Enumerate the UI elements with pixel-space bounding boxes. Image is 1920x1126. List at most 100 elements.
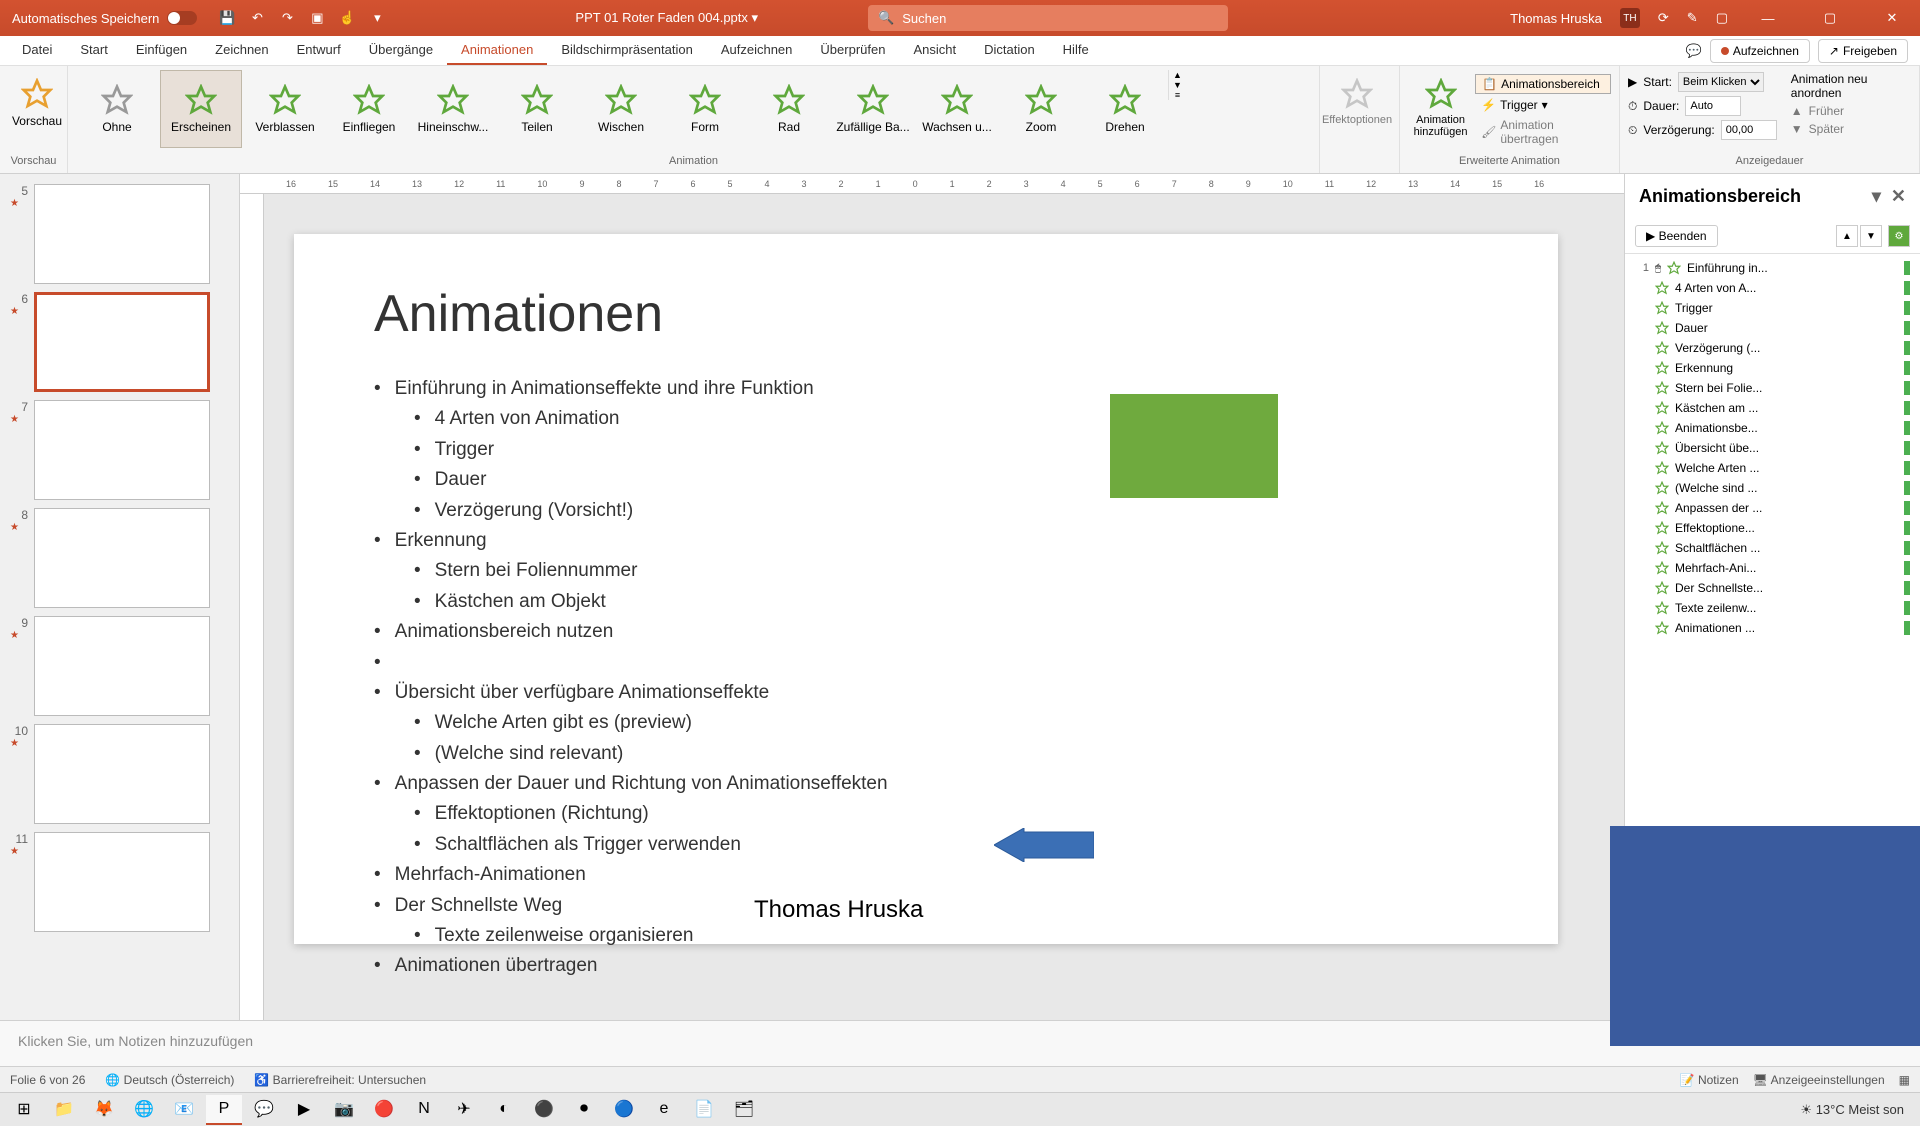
animation-option[interactable]: Verblassen xyxy=(244,70,326,148)
app-icon[interactable]: 🔵 xyxy=(606,1095,642,1125)
animation-option[interactable]: Ohne xyxy=(76,70,158,148)
animation-list-item[interactable]: Anpassen der ... xyxy=(1625,498,1920,518)
gallery-more-icon[interactable]: ≡ xyxy=(1169,90,1186,100)
autosave-toggle[interactable]: Automatisches Speichern xyxy=(0,11,209,26)
save-icon[interactable]: 💾 xyxy=(219,10,235,26)
maximize-button[interactable]: ▢ xyxy=(1808,0,1852,36)
animation-option[interactable]: Form xyxy=(664,70,746,148)
delay-input[interactable] xyxy=(1721,120,1777,140)
animation-list-item[interactable]: Erkennung xyxy=(1625,358,1920,378)
animation-option[interactable]: Teilen xyxy=(496,70,578,148)
animation-option[interactable]: Wachsen u... xyxy=(916,70,998,148)
redo-icon[interactable]: ↷ xyxy=(279,10,295,26)
animation-option[interactable]: Zufällige Ba... xyxy=(832,70,914,148)
pane-dropdown-icon[interactable]: ▾ xyxy=(1872,186,1881,207)
tab-überprüfen[interactable]: Überprüfen xyxy=(806,36,899,65)
green-rectangle-shape[interactable] xyxy=(1110,394,1278,498)
move-down-button[interactable]: ▼ xyxy=(1860,225,1882,247)
add-animation-button[interactable]: Animation hinzufügen xyxy=(1408,70,1473,138)
tab-start[interactable]: Start xyxy=(66,36,121,65)
gallery-down-icon[interactable]: ▼ xyxy=(1169,80,1186,90)
slide-title[interactable]: Animationen xyxy=(374,284,1478,344)
search-input[interactable] xyxy=(902,11,1218,26)
telegram-icon[interactable]: ✈ xyxy=(446,1095,482,1125)
user-avatar[interactable]: TH xyxy=(1620,8,1640,28)
slide-thumbnail[interactable]: 7★ xyxy=(0,396,239,504)
app-icon[interactable]: 📷 xyxy=(326,1095,362,1125)
start-select[interactable]: Beim Klicken xyxy=(1678,72,1764,92)
app-icon[interactable]: ⏺ xyxy=(566,1095,602,1125)
app-icon[interactable]: 🔴 xyxy=(366,1095,402,1125)
animation-option[interactable]: Wischen xyxy=(580,70,662,148)
blue-arrow-shape[interactable] xyxy=(994,828,1094,862)
animation-list-item[interactable]: Animationen ... xyxy=(1625,618,1920,638)
animation-list-item[interactable]: Texte zeilenw... xyxy=(1625,598,1920,618)
chrome-icon[interactable]: 🌐 xyxy=(126,1095,162,1125)
slide-thumbnail[interactable]: 11★ xyxy=(0,828,239,936)
animation-list-item[interactable]: Stern bei Folie... xyxy=(1625,378,1920,398)
trigger-button[interactable]: ⚡ Trigger ▾ xyxy=(1475,96,1611,114)
pane-close-icon[interactable]: ✕ xyxy=(1891,186,1906,207)
move-up-button[interactable]: ▲ xyxy=(1836,225,1858,247)
touch-icon[interactable]: ☝ xyxy=(339,10,355,26)
tab-hilfe[interactable]: Hilfe xyxy=(1049,36,1103,65)
slide-thumbnail[interactable]: 9★ xyxy=(0,612,239,720)
slide-thumbnail[interactable]: 6★ xyxy=(0,288,239,396)
animation-list-item[interactable]: Schaltflächen ... xyxy=(1625,538,1920,558)
undo-icon[interactable]: ↶ xyxy=(249,10,265,26)
animation-list-item[interactable]: Effektoptione... xyxy=(1625,518,1920,538)
author-text[interactable]: Thomas Hruska xyxy=(754,896,923,924)
tab-animationen[interactable]: Animationen xyxy=(447,36,547,65)
tab-entwurf[interactable]: Entwurf xyxy=(283,36,355,65)
animation-list-item[interactable]: (Welche sind ... xyxy=(1625,478,1920,498)
animation-list-item[interactable]: Der Schnellste... xyxy=(1625,578,1920,598)
tab-dictation[interactable]: Dictation xyxy=(970,36,1049,65)
tab-übergänge[interactable]: Übergänge xyxy=(355,36,447,65)
tab-aufzeichnen[interactable]: Aufzeichnen xyxy=(707,36,807,65)
animation-list-item[interactable]: Trigger xyxy=(1625,298,1920,318)
weather-widget[interactable]: ☀ 13°C Meist son xyxy=(1800,1102,1904,1118)
animation-option[interactable]: Hineinschw... xyxy=(412,70,494,148)
animation-list-item[interactable]: Mehrfach-Ani... xyxy=(1625,558,1920,578)
file-name[interactable]: PPT 01 Roter Faden 004.pptx ▾ xyxy=(575,10,758,26)
animation-pane-button[interactable]: 📋 Animationsbereich xyxy=(1475,74,1611,94)
share-button[interactable]: ↗ Freigeben xyxy=(1818,39,1908,63)
comments-icon[interactable]: 💬 xyxy=(1686,43,1702,59)
animation-list-item[interactable]: Kästchen am ... xyxy=(1625,398,1920,418)
tab-einfügen[interactable]: Einfügen xyxy=(122,36,201,65)
animation-list-item[interactable]: 1🖱Einführung in... xyxy=(1625,258,1920,278)
animation-option[interactable]: Zoom xyxy=(1000,70,1082,148)
tab-zeichnen[interactable]: Zeichnen xyxy=(201,36,282,65)
pen-icon[interactable]: ✎ xyxy=(1687,10,1698,26)
edge-icon[interactable]: e xyxy=(646,1095,682,1125)
explorer-icon[interactable]: 📁 xyxy=(46,1095,82,1125)
animation-option[interactable]: Rad xyxy=(748,70,830,148)
search-box[interactable]: 🔍 xyxy=(868,5,1228,31)
slide-thumbnail[interactable]: 5★ xyxy=(0,180,239,288)
user-name[interactable]: Thomas Hruska xyxy=(1510,11,1602,26)
pane-options-button[interactable]: ⚙ xyxy=(1888,225,1910,247)
slide-thumbnail[interactable]: 8★ xyxy=(0,504,239,612)
minimize-button[interactable]: — xyxy=(1746,0,1790,36)
animation-list-item[interactable]: Übersicht übe... xyxy=(1625,438,1920,458)
qat-more-icon[interactable]: ▾ xyxy=(369,10,385,26)
animation-list-item[interactable]: Animationsbe... xyxy=(1625,418,1920,438)
slide[interactable]: Animationen Einführung in Animationseffe… xyxy=(294,234,1558,944)
slide-canvas[interactable]: Animationen Einführung in Animationseffe… xyxy=(264,194,1624,1020)
animation-list-item[interactable]: Verzögerung (... xyxy=(1625,338,1920,358)
animation-option[interactable]: Erscheinen xyxy=(160,70,242,148)
play-button[interactable]: ▶ Beenden xyxy=(1635,225,1718,247)
app-icon[interactable]: ◐ xyxy=(486,1095,522,1125)
slide-thumbnail[interactable]: 10★ xyxy=(0,720,239,828)
present-icon[interactable]: ▣ xyxy=(309,10,325,26)
window-icon[interactable]: ▢ xyxy=(1716,10,1728,26)
animation-option[interactable]: Einfliegen xyxy=(328,70,410,148)
app-icon[interactable]: 💬 xyxy=(246,1095,282,1125)
tab-bildschirmpräsentation[interactable]: Bildschirmpräsentation xyxy=(547,36,707,65)
animation-list-item[interactable]: Dauer xyxy=(1625,318,1920,338)
record-button[interactable]: Aufzeichnen xyxy=(1710,39,1810,63)
slide-content[interactable]: Einführung in Animationseffekte und ihre… xyxy=(374,374,1478,982)
firefox-icon[interactable]: 🦊 xyxy=(86,1095,122,1125)
animation-list-item[interactable]: Welche Arten ... xyxy=(1625,458,1920,478)
sync-icon[interactable]: ⟳ xyxy=(1658,10,1669,26)
